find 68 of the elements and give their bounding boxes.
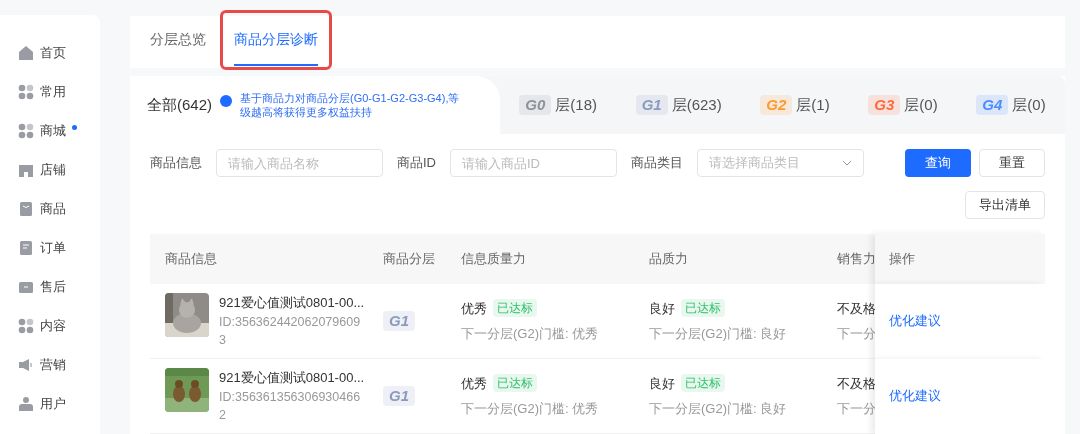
status-tag: 已达标 [681, 299, 725, 318]
filter-input[interactable]: 请输入商品名称 [216, 149, 383, 177]
column-header: 操作 [875, 234, 1045, 284]
metric-value: 不及格 [837, 299, 875, 318]
tier-badge: G4 [976, 95, 1009, 115]
reset-button[interactable]: 重置 [979, 149, 1045, 177]
sidebar-item[interactable]: 商品 [18, 199, 100, 219]
info-icon [220, 95, 233, 107]
column-header: 商品信息 [164, 250, 218, 269]
optimize-link[interactable]: 优化建议 [889, 311, 941, 331]
query-button[interactable]: 查询 [905, 149, 971, 177]
dots-icon [18, 318, 34, 334]
optimize-link[interactable]: 优化建议 [889, 386, 941, 406]
tier-tab[interactable]: G0 层(18) [519, 93, 598, 117]
sidebar-item[interactable]: 首页 [18, 43, 100, 63]
sidebar-item[interactable]: 常用 [18, 82, 100, 102]
product-name: 921爱心值测试0801-00... [219, 294, 365, 313]
metric-value: 不及格 [837, 374, 875, 393]
sidebar-item[interactable]: 店铺 [18, 160, 100, 180]
dots-icon [18, 84, 34, 100]
sidebar-item[interactable]: 售后 [18, 277, 100, 297]
sidebar-item[interactable]: 营销 [18, 355, 100, 375]
status-tag: 已达标 [681, 374, 725, 393]
column-header: 品质力 [648, 250, 689, 269]
filter-input[interactable]: 请输入商品ID [450, 149, 617, 177]
tier-badge: G1 [383, 311, 415, 332]
document-icon [18, 240, 34, 256]
info-text: 基于商品力对商品分层(G0-G1-G2-G3-G4),等级越高将获得更多权益扶持 [240, 91, 461, 119]
filter-label: 商品信息 [150, 154, 202, 173]
product-name: 921爱心值测试0801-00... [219, 369, 365, 388]
column-header: 商品分层 [382, 250, 436, 269]
bag-icon [18, 201, 34, 217]
dots-icon [18, 123, 34, 139]
metric-value: 良好 [649, 374, 675, 393]
metric-value: 优秀 [461, 374, 487, 393]
status-tag: 已达标 [493, 299, 537, 318]
tier-badge: G2 [760, 95, 793, 115]
sidebar-item[interactable]: 用户 [18, 394, 100, 414]
tier-tab[interactable]: G3 层(0) [868, 93, 938, 117]
column-header: 销售力 [836, 250, 875, 269]
export-button[interactable]: 导出清单 [965, 191, 1045, 219]
home-icon [18, 45, 34, 61]
user-icon [18, 396, 34, 412]
filter-label: 商品ID [397, 154, 436, 173]
product-id: ID:356361356306930466 2 [219, 388, 359, 424]
tier-badge: G0 [519, 95, 552, 115]
tab[interactable]: 商品分层诊断 [234, 24, 318, 68]
status-tag: 已达标 [493, 374, 537, 393]
filter-label: 商品类目 [631, 154, 683, 173]
tray-icon [18, 279, 34, 295]
sidebar-item[interactable]: 订单 [18, 238, 100, 258]
product-id: ID:356362442062079609 3 [219, 313, 359, 349]
sidebar-item[interactable]: 内容 [18, 316, 100, 336]
tier-badge: G1 [383, 386, 415, 407]
metric-value: 优秀 [461, 299, 487, 318]
tier-badge: G3 [868, 95, 901, 115]
chevron-down-icon [842, 160, 852, 166]
tier-badge: G1 [635, 95, 668, 115]
sidebar-item[interactable]: 商城 [18, 121, 100, 141]
metric-value: 良好 [649, 299, 675, 318]
tier-tab[interactable]: G2 层(1) [760, 93, 830, 117]
tab[interactable]: 分层总览 [150, 24, 206, 68]
column-header: 信息质量力 [460, 250, 527, 269]
tier-tab[interactable]: G1 层(623) [635, 93, 722, 117]
store-icon [18, 162, 34, 178]
megaphone-icon [18, 357, 34, 373]
tier-tab[interactable]: 全部(642) 基于商品力对商品分层(G0-G1-G2-G3-G4),等级越高将获得更多权益扶持 [130, 76, 501, 134]
tier-tab[interactable]: G4 层(0) [976, 93, 1046, 117]
